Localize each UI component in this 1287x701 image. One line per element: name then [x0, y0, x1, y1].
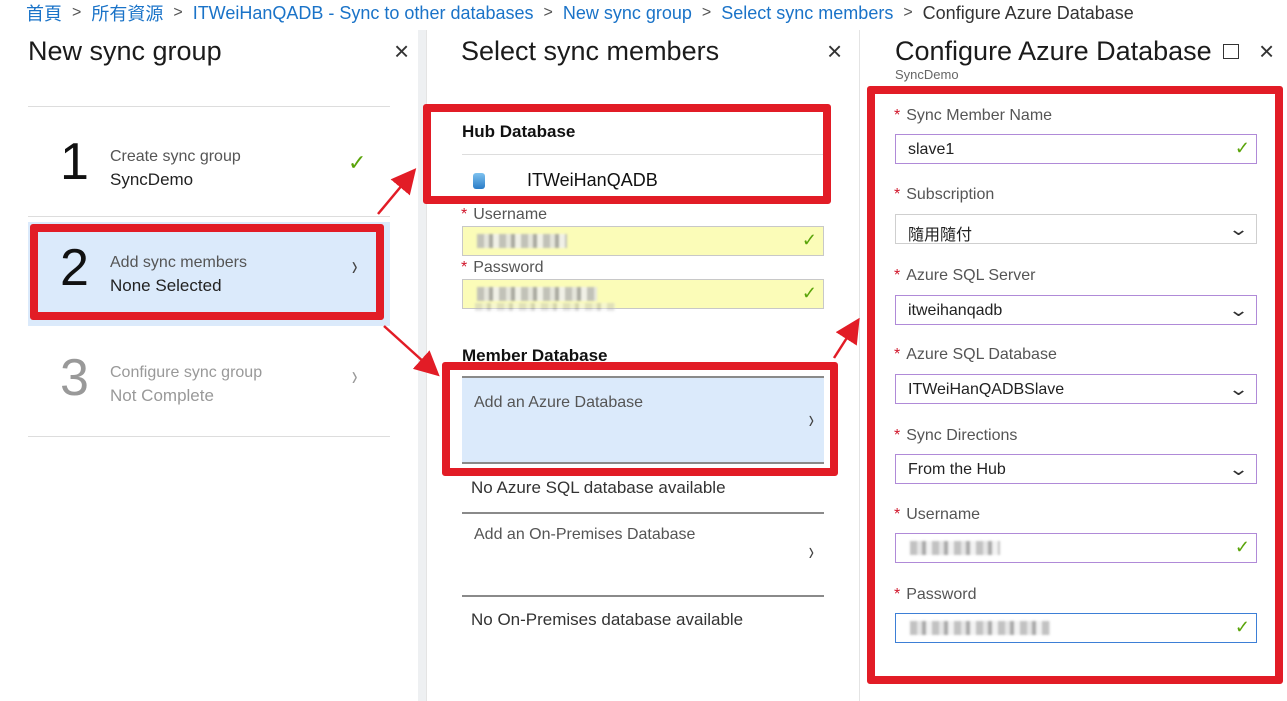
password-label: * Password [461, 259, 544, 276]
chevron-right-icon: › [809, 536, 815, 566]
redacted-value [477, 234, 567, 248]
highlight-configure-panel [867, 86, 1283, 684]
new-sync-group-panel: New sync group × 1 Create sync group Syn… [0, 30, 418, 701]
hub-username-input[interactable]: ✓ [462, 226, 824, 256]
no-azure-database-text: No Azure SQL database available [471, 478, 726, 497]
breadcrumb-current: Configure Azure Database [922, 2, 1134, 23]
add-onprem-database-button[interactable]: Add an On-Premises Database › [462, 514, 824, 594]
chevron-right-icon: › [351, 360, 358, 391]
breadcrumb: 首頁 > 所有資源 > ITWeiHanQADB - Sync to other… [26, 0, 1134, 26]
divider [28, 216, 390, 217]
divider [462, 595, 824, 597]
highlight-step-2 [30, 224, 384, 320]
step-number: 3 [60, 349, 89, 407]
redacted-value [477, 287, 597, 301]
breadcrumb-sync-databases[interactable]: ITWeiHanQADB - Sync to other databases [193, 3, 534, 24]
redacted-value [475, 303, 615, 311]
step-configure-sync-group[interactable]: 3 Configure sync group Not Complete › [28, 332, 390, 436]
required-marker: * [461, 206, 468, 223]
chevron-right-icon: > [903, 4, 913, 21]
step-create-sync-group[interactable]: 1 Create sync group SyncDemo ✓ [28, 116, 390, 220]
step-title: Configure sync group [110, 364, 263, 381]
step-title: Create sync group [110, 148, 241, 165]
username-label: * Username [461, 206, 548, 223]
panel-title: New sync group [28, 36, 222, 66]
check-icon: ✓ [801, 283, 817, 303]
chevron-right-icon: > [543, 4, 553, 21]
required-marker: * [461, 259, 468, 276]
panel-subtitle: SyncDemo [895, 67, 959, 82]
add-onprem-database-label: Add an On-Premises Database [474, 526, 696, 543]
breadcrumb-all-resources[interactable]: 所有資源 [91, 0, 163, 26]
panel-title: Select sync members [461, 36, 720, 66]
close-icon[interactable]: × [827, 38, 842, 64]
close-icon[interactable]: × [1259, 38, 1274, 64]
no-onprem-database-text: No On-Premises database available [471, 610, 744, 629]
maximize-icon[interactable] [1223, 44, 1239, 59]
chevron-right-icon: > [701, 4, 712, 21]
step-subtitle: SyncDemo [110, 170, 194, 189]
check-icon: ✓ [801, 230, 817, 250]
panel-title: Configure Azure Database [895, 36, 1212, 66]
chevron-right-icon: > [72, 4, 82, 21]
close-icon[interactable]: × [394, 38, 409, 64]
breadcrumb-new-sync-group[interactable]: New sync group [563, 3, 692, 24]
check-icon: ✓ [348, 150, 367, 175]
step-number: 1 [60, 133, 89, 191]
breadcrumb-select-sync-members[interactable]: Select sync members [721, 3, 893, 24]
highlight-hub-database [423, 104, 831, 204]
divider [28, 106, 390, 107]
step-subtitle: Not Complete [110, 386, 214, 405]
highlight-add-azure-database [442, 362, 838, 476]
chevron-right-icon: > [173, 4, 183, 21]
breadcrumb-home[interactable]: 首頁 [26, 0, 62, 26]
divider [28, 436, 390, 437]
